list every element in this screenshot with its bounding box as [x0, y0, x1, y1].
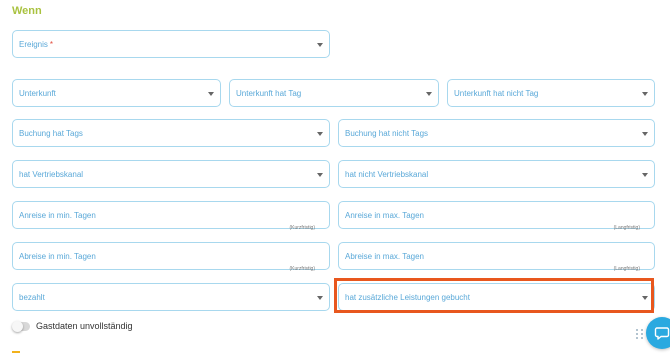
- chat-icon: [654, 327, 670, 340]
- unterkunft-hat-tag-label: Unterkunft hat Tag: [236, 88, 302, 98]
- anreise-min-tage-label: Anreise in min. Tagen: [19, 210, 96, 220]
- drag-handle-icon[interactable]: [636, 329, 644, 340]
- abreise-min-tage-input[interactable]: Abreise in min. Tagen (Kurzfristig): [12, 242, 330, 272]
- bezahlt-label: bezahlt: [19, 292, 45, 302]
- chevron-down-icon: [317, 173, 323, 177]
- chevron-down-icon: [317, 132, 323, 136]
- bezahlt-select[interactable]: bezahlt: [12, 283, 330, 311]
- gastdaten-toggle[interactable]: [12, 320, 30, 332]
- anreise-max-tage-label: Anreise in max. Tagen: [345, 210, 425, 220]
- langfristig-hint: (Langfristig): [613, 225, 640, 231]
- gastdaten-toggle-label: Gastdaten unvollständig: [36, 321, 133, 331]
- ereignis-select[interactable]: Ereignis *: [12, 30, 330, 58]
- hat-nicht-vertriebskanal-select[interactable]: hat nicht Vertriebskanal: [338, 160, 655, 188]
- chevron-down-icon: [642, 132, 648, 136]
- unterkunft-hat-tag-select[interactable]: Unterkunft hat Tag: [229, 79, 439, 107]
- anreise-min-tage-input[interactable]: Anreise in min. Tagen (Kurzfristig): [12, 201, 330, 231]
- langfristig-hint: (Langfristig): [613, 266, 640, 272]
- unterkunft-hat-nicht-tag-select[interactable]: Unterkunft hat nicht Tag: [447, 79, 655, 107]
- unterkunft-select[interactable]: Unterkunft: [12, 79, 221, 107]
- automation-condition-form: Wenn Ereignis * Unterkunft Unterkunft hat…: [0, 0, 670, 353]
- buchung-hat-nicht-tags-select[interactable]: Buchung hat nicht Tags: [338, 119, 655, 147]
- ereignis-label: Ereignis *: [19, 39, 54, 49]
- required-mark: *: [49, 39, 54, 49]
- kurzfristig-hint: (Kurzfristig): [289, 266, 315, 272]
- hat-nicht-vertriebskanal-label: hat nicht Vertriebskanal: [345, 169, 429, 179]
- zusaetzliche-leistungen-select[interactable]: hat zusätzliche Leistungen gebucht: [338, 283, 655, 311]
- anreise-max-tage-input[interactable]: Anreise in max. Tagen (Langfristig): [338, 201, 655, 231]
- buchung-hat-nicht-tags-label: Buchung hat nicht Tags: [345, 128, 429, 138]
- abreise-min-tage-label: Abreise in min. Tagen: [19, 251, 96, 261]
- kurzfristig-hint: (Kurzfristig): [289, 225, 315, 231]
- unterkunft-label: Unterkunft: [19, 88, 56, 98]
- section-title: Wenn: [12, 5, 42, 17]
- chevron-down-icon: [208, 92, 214, 96]
- unterkunft-hat-nicht-tag-label: Unterkunft hat nicht Tag: [454, 88, 539, 98]
- chevron-down-icon: [642, 173, 648, 177]
- chevron-down-icon: [426, 92, 432, 96]
- hat-vertriebskanal-select[interactable]: hat Vertriebskanal: [12, 160, 330, 188]
- chat-button[interactable]: [646, 317, 670, 349]
- chevron-down-icon: [317, 43, 323, 47]
- chevron-down-icon: [642, 92, 648, 96]
- chevron-down-icon: [642, 296, 648, 300]
- toggle-knob: [12, 320, 23, 332]
- chevron-down-icon: [317, 296, 323, 300]
- abreise-max-tage-label: Abreise in max. Tagen: [345, 251, 425, 261]
- zusaetzliche-leistungen-label: hat zusätzliche Leistungen gebucht: [345, 292, 470, 302]
- abreise-max-tage-input[interactable]: Abreise in max. Tagen (Langfristig): [338, 242, 655, 272]
- buchung-hat-tags-select[interactable]: Buchung hat Tags: [12, 119, 330, 147]
- hat-vertriebskanal-label: hat Vertriebskanal: [19, 169, 84, 179]
- buchung-hat-tags-label: Buchung hat Tags: [19, 128, 83, 138]
